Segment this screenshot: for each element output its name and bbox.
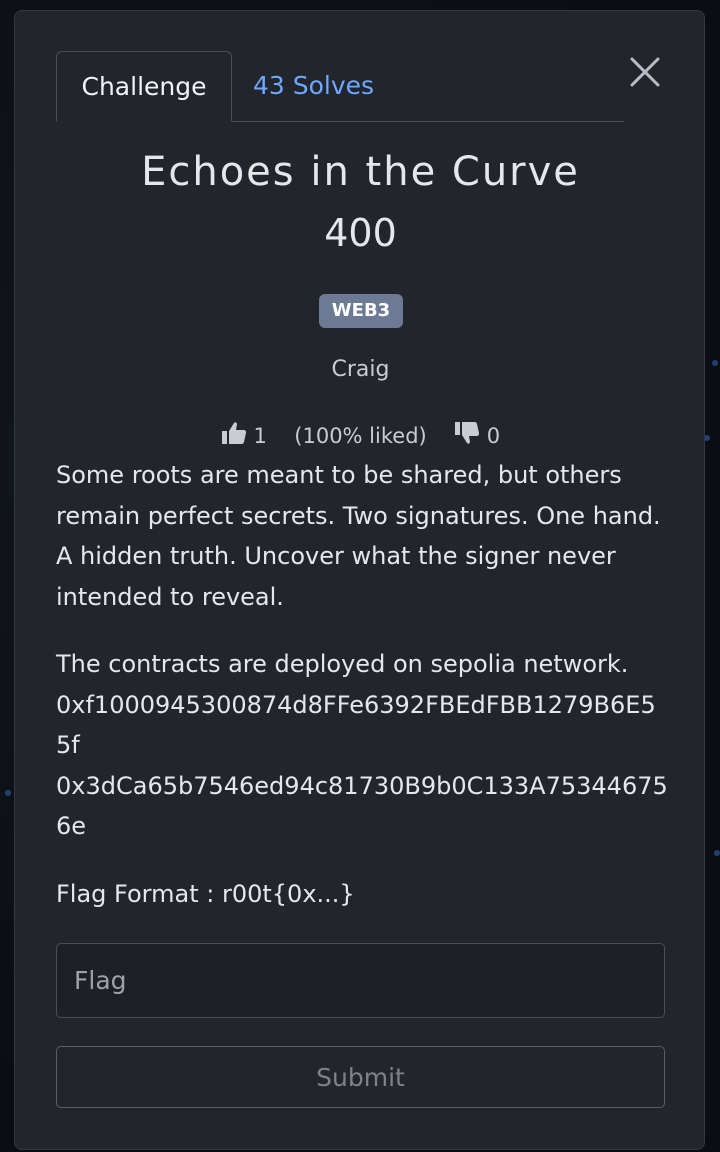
close-icon[interactable] [625,52,665,92]
network-line: The contracts are deployed on sepolia ne… [56,650,629,678]
thumbs-up-icon[interactable] [221,421,247,450]
likes-count: 1 [253,423,267,448]
liked-percentage: (100% liked) [294,423,427,448]
challenge-description: Some roots are meant to be shared, but o… [56,455,668,914]
thumbs-down-icon[interactable] [454,421,480,450]
contract-address-1: 0xf1000945300874d8FFe6392FBEdFBB1279B6E5… [56,690,656,760]
tab-solves[interactable]: 43 Solves [246,51,381,121]
submit-button[interactable]: Submit [56,1046,665,1108]
contract-address-2: 0x3dCa65b7546ed94c81730B9b0C133A75344675… [56,771,668,841]
backdrop-dot [714,850,720,856]
backdrop-dot [712,360,718,366]
challenge-title: Echoes in the Curve [141,149,580,195]
challenge-modal: Challenge 43 Solves Echoes in the Curve … [14,10,705,1150]
dislikes-count: 0 [486,423,501,448]
ratings-row: 1 (100% liked) 0 [15,421,706,450]
flag-format: Flag Format : r00t{0x...} [56,879,355,908]
flag-input[interactable] [56,943,665,1018]
challenge-author: Craig [331,357,390,382]
tab-challenge[interactable]: Challenge [56,51,232,122]
description-paragraph: Some roots are meant to be shared, but o… [56,461,661,611]
challenge-points: 400 [324,211,397,255]
tab-bar: Challenge 43 Solves [56,51,624,122]
backdrop-dot [5,790,11,796]
category-badge: WEB3 [319,294,403,328]
